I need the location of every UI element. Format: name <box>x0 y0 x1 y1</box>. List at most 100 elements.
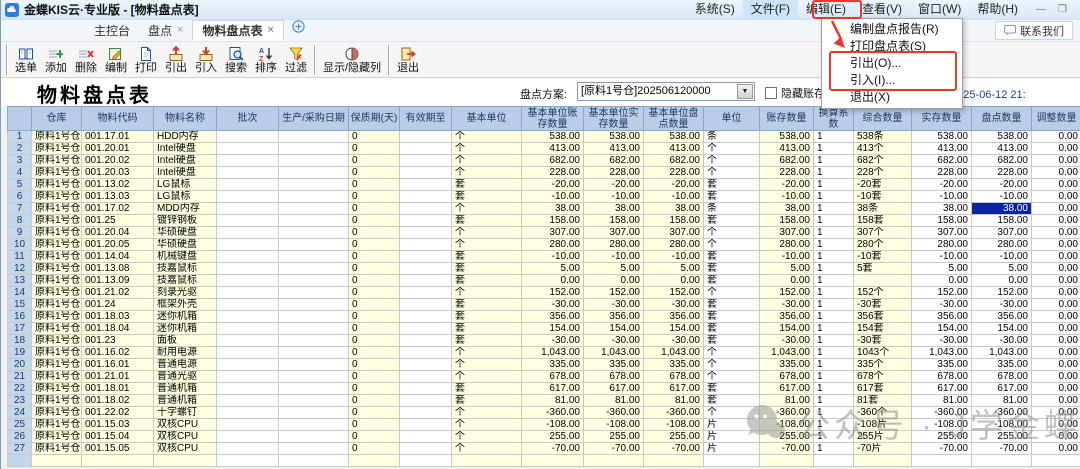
table-cell[interactable]: -10.00 <box>972 191 1032 203</box>
table-cell[interactable]: 413.00 <box>912 143 972 155</box>
table-cell[interactable]: -30.00 <box>584 335 644 347</box>
table-cell[interactable]: 682.00 <box>644 155 704 167</box>
row-number[interactable]: 11 <box>8 251 32 263</box>
table-cell[interactable]: -20.00 <box>644 179 704 191</box>
row-number[interactable]: 21 <box>8 371 32 383</box>
table-cell[interactable] <box>217 311 279 323</box>
table-cell[interactable]: 1,043.00 <box>760 347 814 359</box>
table-cell[interactable] <box>400 335 452 347</box>
table-cell[interactable]: 1 <box>814 239 854 251</box>
table-cell[interactable]: 1,043.00 <box>584 347 644 359</box>
table-cell[interactable]: 0 <box>349 167 400 179</box>
table-cell[interactable]: 原料1号仓 <box>32 239 82 251</box>
table-cell[interactable]: 152.00 <box>912 287 972 299</box>
table-cell[interactable]: 5.00 <box>972 263 1032 275</box>
table-cell[interactable]: -360.00 <box>760 407 814 419</box>
table-cell[interactable]: 个 <box>704 155 760 167</box>
table-cell[interactable] <box>32 455 82 467</box>
table-cell[interactable]: 套 <box>704 275 760 287</box>
row-number[interactable]: 22 <box>8 383 32 395</box>
table-cell[interactable]: 154套 <box>854 323 912 335</box>
table-cell[interactable] <box>217 335 279 347</box>
table-cell[interactable]: 255.00 <box>644 431 704 443</box>
table-cell[interactable] <box>400 431 452 443</box>
column-header-14[interactable]: 换算系数 <box>814 107 854 131</box>
table-cell[interactable]: 0 <box>349 191 400 203</box>
toolbar-button-add[interactable]: 添加 <box>41 45 71 75</box>
table-cell[interactable]: -10.00 <box>644 251 704 263</box>
table-cell[interactable]: 0.00 <box>1032 191 1080 203</box>
table-cell[interactable]: 套 <box>452 215 522 227</box>
table-cell[interactable]: 356.00 <box>912 311 972 323</box>
table-cell[interactable]: 套 <box>704 299 760 311</box>
table-cell[interactable]: 280.00 <box>644 239 704 251</box>
table-cell[interactable]: 套 <box>704 323 760 335</box>
table-cell[interactable]: 280.00 <box>760 239 814 251</box>
table-cell[interactable]: 152.00 <box>644 287 704 299</box>
table-cell[interactable] <box>400 359 452 371</box>
table-cell[interactable]: 617.00 <box>912 383 972 395</box>
table-cell[interactable]: 个 <box>704 371 760 383</box>
toolbar-button-search[interactable]: 搜索 <box>221 45 251 75</box>
table-cell[interactable]: 套 <box>704 263 760 275</box>
table-cell[interactable]: 个 <box>704 227 760 239</box>
table-cell[interactable]: 0.00 <box>1032 311 1080 323</box>
table-cell[interactable] <box>400 239 452 251</box>
table-cell[interactable]: 条 <box>704 203 760 215</box>
column-header-8[interactable]: 基本单位 <box>452 107 522 131</box>
table-cell[interactable]: -108.00 <box>972 419 1032 431</box>
table-cell[interactable]: 38.00 <box>584 203 644 215</box>
table-cell[interactable]: 套 <box>452 191 522 203</box>
toolbar-button-exit[interactable]: 退出 <box>393 45 423 75</box>
table-cell[interactable]: 678个 <box>854 371 912 383</box>
table-cell[interactable]: 普通机箱 <box>154 395 217 407</box>
column-header-3[interactable]: 物料名称 <box>154 107 217 131</box>
table-cell[interactable]: -20套 <box>854 179 912 191</box>
table-cell[interactable]: 0 <box>349 239 400 251</box>
table-cell[interactable]: 1 <box>814 443 854 455</box>
restore-icon[interactable]: ❐ <box>1058 4 1067 15</box>
table-cell[interactable]: -108.00 <box>760 419 814 431</box>
file-menu-item-1[interactable]: 编制盘点报告(R) <box>822 21 962 38</box>
table-cell[interactable]: 0.00 <box>1032 359 1080 371</box>
table-cell[interactable] <box>279 287 349 299</box>
table-cell[interactable]: Intel硬盘 <box>154 143 217 155</box>
table-cell[interactable]: 1 <box>814 383 854 395</box>
table-cell[interactable]: 81套 <box>854 395 912 407</box>
table-cell[interactable]: 0 <box>349 275 400 287</box>
table-cell[interactable]: 原料1号仓 <box>32 299 82 311</box>
table-cell[interactable] <box>400 203 452 215</box>
table-cell[interactable]: -10.00 <box>584 251 644 263</box>
table-cell[interactable]: 5套 <box>854 263 912 275</box>
table-cell[interactable] <box>912 455 972 467</box>
table-cell[interactable] <box>400 227 452 239</box>
table-cell[interactable]: -10.00 <box>522 191 584 203</box>
row-number[interactable]: 5 <box>8 179 32 191</box>
table-cell[interactable] <box>400 275 452 287</box>
table-cell[interactable] <box>279 371 349 383</box>
table-cell[interactable]: 255.00 <box>522 431 584 443</box>
toolbar-button-sort[interactable]: AZ排序 <box>251 45 281 75</box>
table-cell[interactable] <box>400 263 452 275</box>
table-cell[interactable]: 0.00 <box>1032 395 1080 407</box>
table-cell[interactable]: 335.00 <box>972 359 1032 371</box>
table-cell[interactable]: 001.20.01 <box>82 143 154 155</box>
table-cell[interactable]: 228.00 <box>972 167 1032 179</box>
table-cell[interactable]: MDD内存 <box>154 203 217 215</box>
table-cell[interactable]: -20.00 <box>972 179 1032 191</box>
table-cell[interactable] <box>279 167 349 179</box>
table-cell[interactable]: 0 <box>349 179 400 191</box>
column-header-15[interactable]: 综合数量 <box>854 107 912 131</box>
table-cell[interactable]: 0.00 <box>1032 347 1080 359</box>
row-number[interactable]: 3 <box>8 155 32 167</box>
table-cell[interactable] <box>854 455 912 467</box>
file-menu-item-5[interactable]: 退出(X) <box>822 89 962 106</box>
table-cell[interactable]: 001.18.02 <box>82 395 154 407</box>
table-cell[interactable]: 0.00 <box>1032 323 1080 335</box>
table-cell[interactable]: 0.00 <box>1032 131 1080 143</box>
row-number[interactable]: 9 <box>8 227 32 239</box>
table-cell[interactable]: 81.00 <box>584 395 644 407</box>
table-cell[interactable]: 001.20.04 <box>82 227 154 239</box>
table-cell[interactable] <box>854 275 912 287</box>
table-cell[interactable]: 原料1号仓 <box>32 203 82 215</box>
